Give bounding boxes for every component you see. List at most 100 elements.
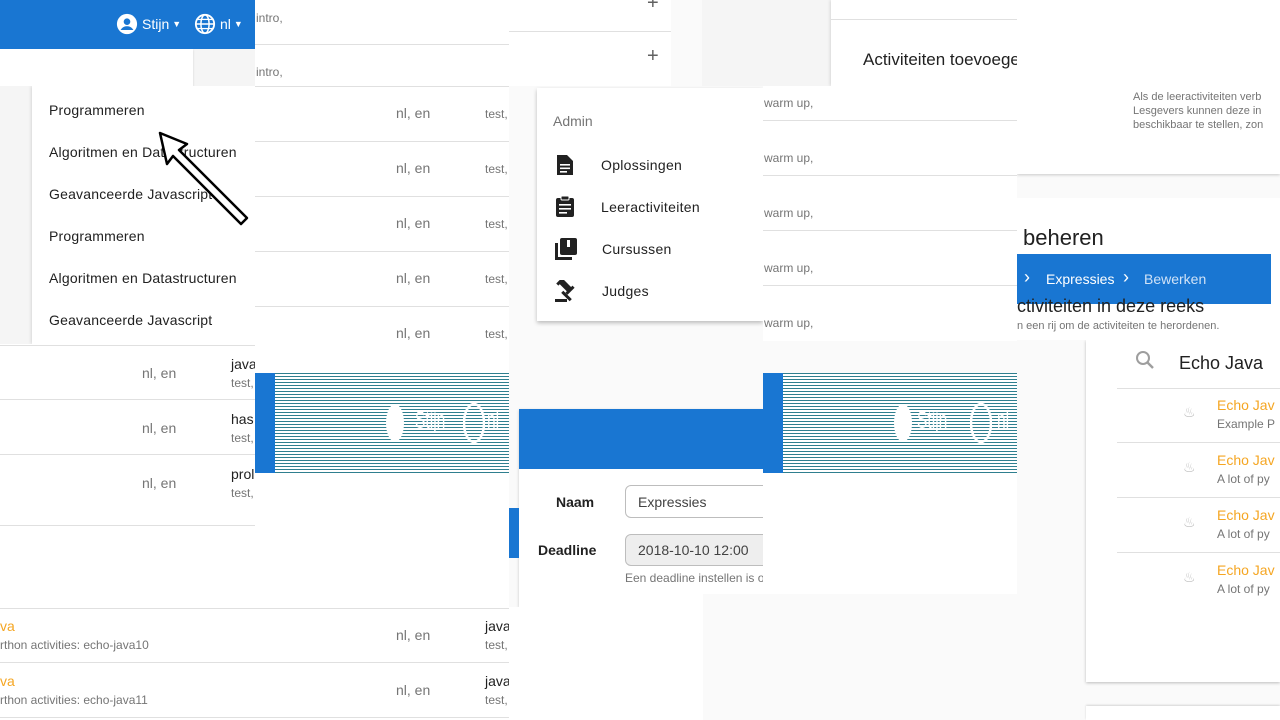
- user-menu-button[interactable]: Stijn ▼: [116, 13, 181, 35]
- dropdown-item-javascript[interactable]: Geavanceerde Javascript: [49, 312, 245, 328]
- row-subtag: warm up,: [764, 316, 814, 330]
- account-circle-icon: [894, 404, 912, 442]
- admin-item-label: Leeractiviteiten: [601, 199, 700, 215]
- add-icon[interactable]: +: [647, 0, 659, 15]
- row-subtag: warm up,: [764, 151, 814, 165]
- table-row[interactable]: warm up,: [763, 176, 1017, 231]
- deadline-input[interactable]: [625, 534, 763, 566]
- admin-item-judges[interactable]: Judges: [537, 270, 763, 312]
- row-languages: nl, en: [142, 420, 177, 436]
- row-languages: nl, en: [142, 475, 177, 491]
- java-icon: ♨: [1183, 404, 1196, 420]
- info-text-line: Lesgevers kunnen deze in: [1133, 105, 1262, 117]
- table-row[interactable]: va rthon activities: echo-java11 nl, en …: [0, 663, 509, 718]
- search-result[interactable]: ♨ Echo Jav Example P: [1117, 388, 1280, 443]
- activity-table-bottom: va rthon activities: echo-java10 nl, en …: [0, 607, 509, 720]
- row-languages: nl, en: [396, 682, 431, 698]
- search-input[interactable]: [1177, 348, 1280, 378]
- table-row[interactable]: nl, en test,: [255, 197, 509, 252]
- table-row[interactable]: va rthon activities: echo-java10 nl, en …: [0, 608, 509, 663]
- row-title-link[interactable]: va: [0, 618, 15, 634]
- row-description: rthon activities: echo-java10: [0, 638, 149, 652]
- ghost-user-label: Stijn: [917, 407, 948, 434]
- section-subtitle: ctiviteiten in deze reeks: [1017, 296, 1205, 316]
- table-row[interactable]: nl, en prol test,: [0, 455, 255, 526]
- breadcrumb-item-series[interactable]: Expressies: [1046, 271, 1114, 287]
- table-row[interactable]: warm up,: [763, 231, 1017, 286]
- result-title[interactable]: Echo Jav: [1217, 452, 1275, 468]
- result-description: A lot of py: [1217, 582, 1270, 596]
- table-row[interactable]: warm up,: [763, 121, 1017, 176]
- row-languages: nl, en: [396, 215, 431, 231]
- name-input[interactable]: [625, 485, 763, 518]
- row-languages: nl, en: [396, 160, 431, 176]
- result-title[interactable]: Echo Jav: [1217, 562, 1275, 578]
- search-result[interactable]: ♨ Echo Jav A lot of py: [1117, 498, 1280, 553]
- admin-item-oplossingen[interactable]: Oplossingen: [537, 144, 763, 186]
- language-menu-button[interactable]: nl ▼: [194, 13, 243, 35]
- admin-item-leeractiviteiten[interactable]: Leeractiviteiten: [537, 186, 763, 228]
- java-icon: ♨: [1183, 459, 1196, 475]
- row-subtag: test,: [231, 486, 254, 500]
- breadcrumb-item-current: Bewerken: [1144, 271, 1207, 287]
- admin-menu-header: Admin: [553, 113, 593, 129]
- row-subtag: intro,: [256, 11, 283, 25]
- row-subtag: intro,: [256, 65, 283, 79]
- search-icon: [1136, 351, 1154, 369]
- admin-item-label: Judges: [602, 283, 649, 299]
- row-languages: nl, en: [396, 627, 431, 643]
- chevron-right-icon: ›: [1123, 267, 1129, 287]
- admin-item-cursussen[interactable]: Cursussen: [537, 228, 763, 270]
- table-row[interactable]: nl, en java test,: [0, 345, 255, 400]
- card-header: [519, 409, 763, 469]
- row-tag: java: [231, 356, 255, 372]
- search-result[interactable]: ♨ Echo Jav A lot of py: [1117, 553, 1280, 607]
- globe-icon: [970, 403, 992, 443]
- row-subtag: test,: [231, 431, 254, 445]
- table-row[interactable]: nl, en test,: [255, 307, 509, 361]
- name-label: Naam: [556, 494, 595, 510]
- table-row[interactable]: nl, en test,: [255, 142, 509, 197]
- row-subtag: test,: [485, 693, 508, 707]
- row-title-link[interactable]: va: [0, 673, 15, 689]
- row-tag: prol: [231, 466, 255, 482]
- activity-table-middle: intro, intro, nl, en test, nl, en test, …: [255, 0, 509, 373]
- table-row[interactable]: nl, en test,: [255, 252, 509, 307]
- java-icon: ♨: [1183, 569, 1196, 585]
- row-subtag: warm up,: [764, 96, 814, 110]
- gavel-icon: [555, 280, 575, 302]
- admin-menu: Admin Oplossingen Leeractiviteiten Cursu…: [509, 86, 763, 340]
- add-icon[interactable]: +: [647, 45, 659, 68]
- table-row[interactable]: nl, en has test,: [0, 400, 255, 455]
- globe-icon: [194, 13, 216, 35]
- row-subtag: test,: [485, 217, 508, 231]
- table-row[interactable]: intro,: [255, 0, 509, 45]
- page-background: [0, 49, 255, 86]
- dropdown-item-algoritmen[interactable]: Algoritmen en Datastructuren: [49, 270, 245, 286]
- table-row[interactable]: warm up,: [763, 286, 1017, 340]
- ghost-user-label: Stijn: [415, 407, 446, 434]
- caret-down-icon: ▼: [172, 19, 182, 29]
- search-result[interactable]: ♨ Echo Jav A lot of py: [1117, 443, 1280, 498]
- result-title[interactable]: Echo Jav: [1217, 507, 1275, 523]
- series-edit-form: Naam Deadline Een deadline instellen is …: [509, 340, 763, 607]
- table-row[interactable]: warm up,: [763, 86, 1017, 121]
- admin-item-label: Oplossingen: [601, 157, 683, 173]
- ghost-language-label: nl: [997, 407, 1010, 434]
- result-title[interactable]: Echo Jav: [1217, 397, 1275, 413]
- language-code: nl: [220, 16, 231, 32]
- add-activities-title: Activiteiten toevoege: [863, 50, 1017, 69]
- table-row[interactable]: nl, en test,: [255, 87, 509, 142]
- row-subtag: warm up,: [764, 206, 814, 220]
- dropdown-item-programmeren[interactable]: Programmeren: [49, 102, 245, 118]
- row-subtag: test,: [485, 162, 508, 176]
- document-icon: [557, 155, 573, 175]
- chevron-right-icon: ›: [1024, 267, 1030, 287]
- section-panel: + +: [509, 0, 763, 86]
- dropdown-item-programmeren[interactable]: Programmeren: [49, 228, 245, 244]
- section-hint: n een rij om de activiteiten te herorden…: [1017, 320, 1220, 332]
- table-row[interactable]: intro,: [255, 45, 509, 87]
- app-bar: Stijn ▼ nl ▼: [0, 0, 255, 49]
- result-description: A lot of py: [1217, 527, 1270, 541]
- row-tag: java: [485, 618, 509, 634]
